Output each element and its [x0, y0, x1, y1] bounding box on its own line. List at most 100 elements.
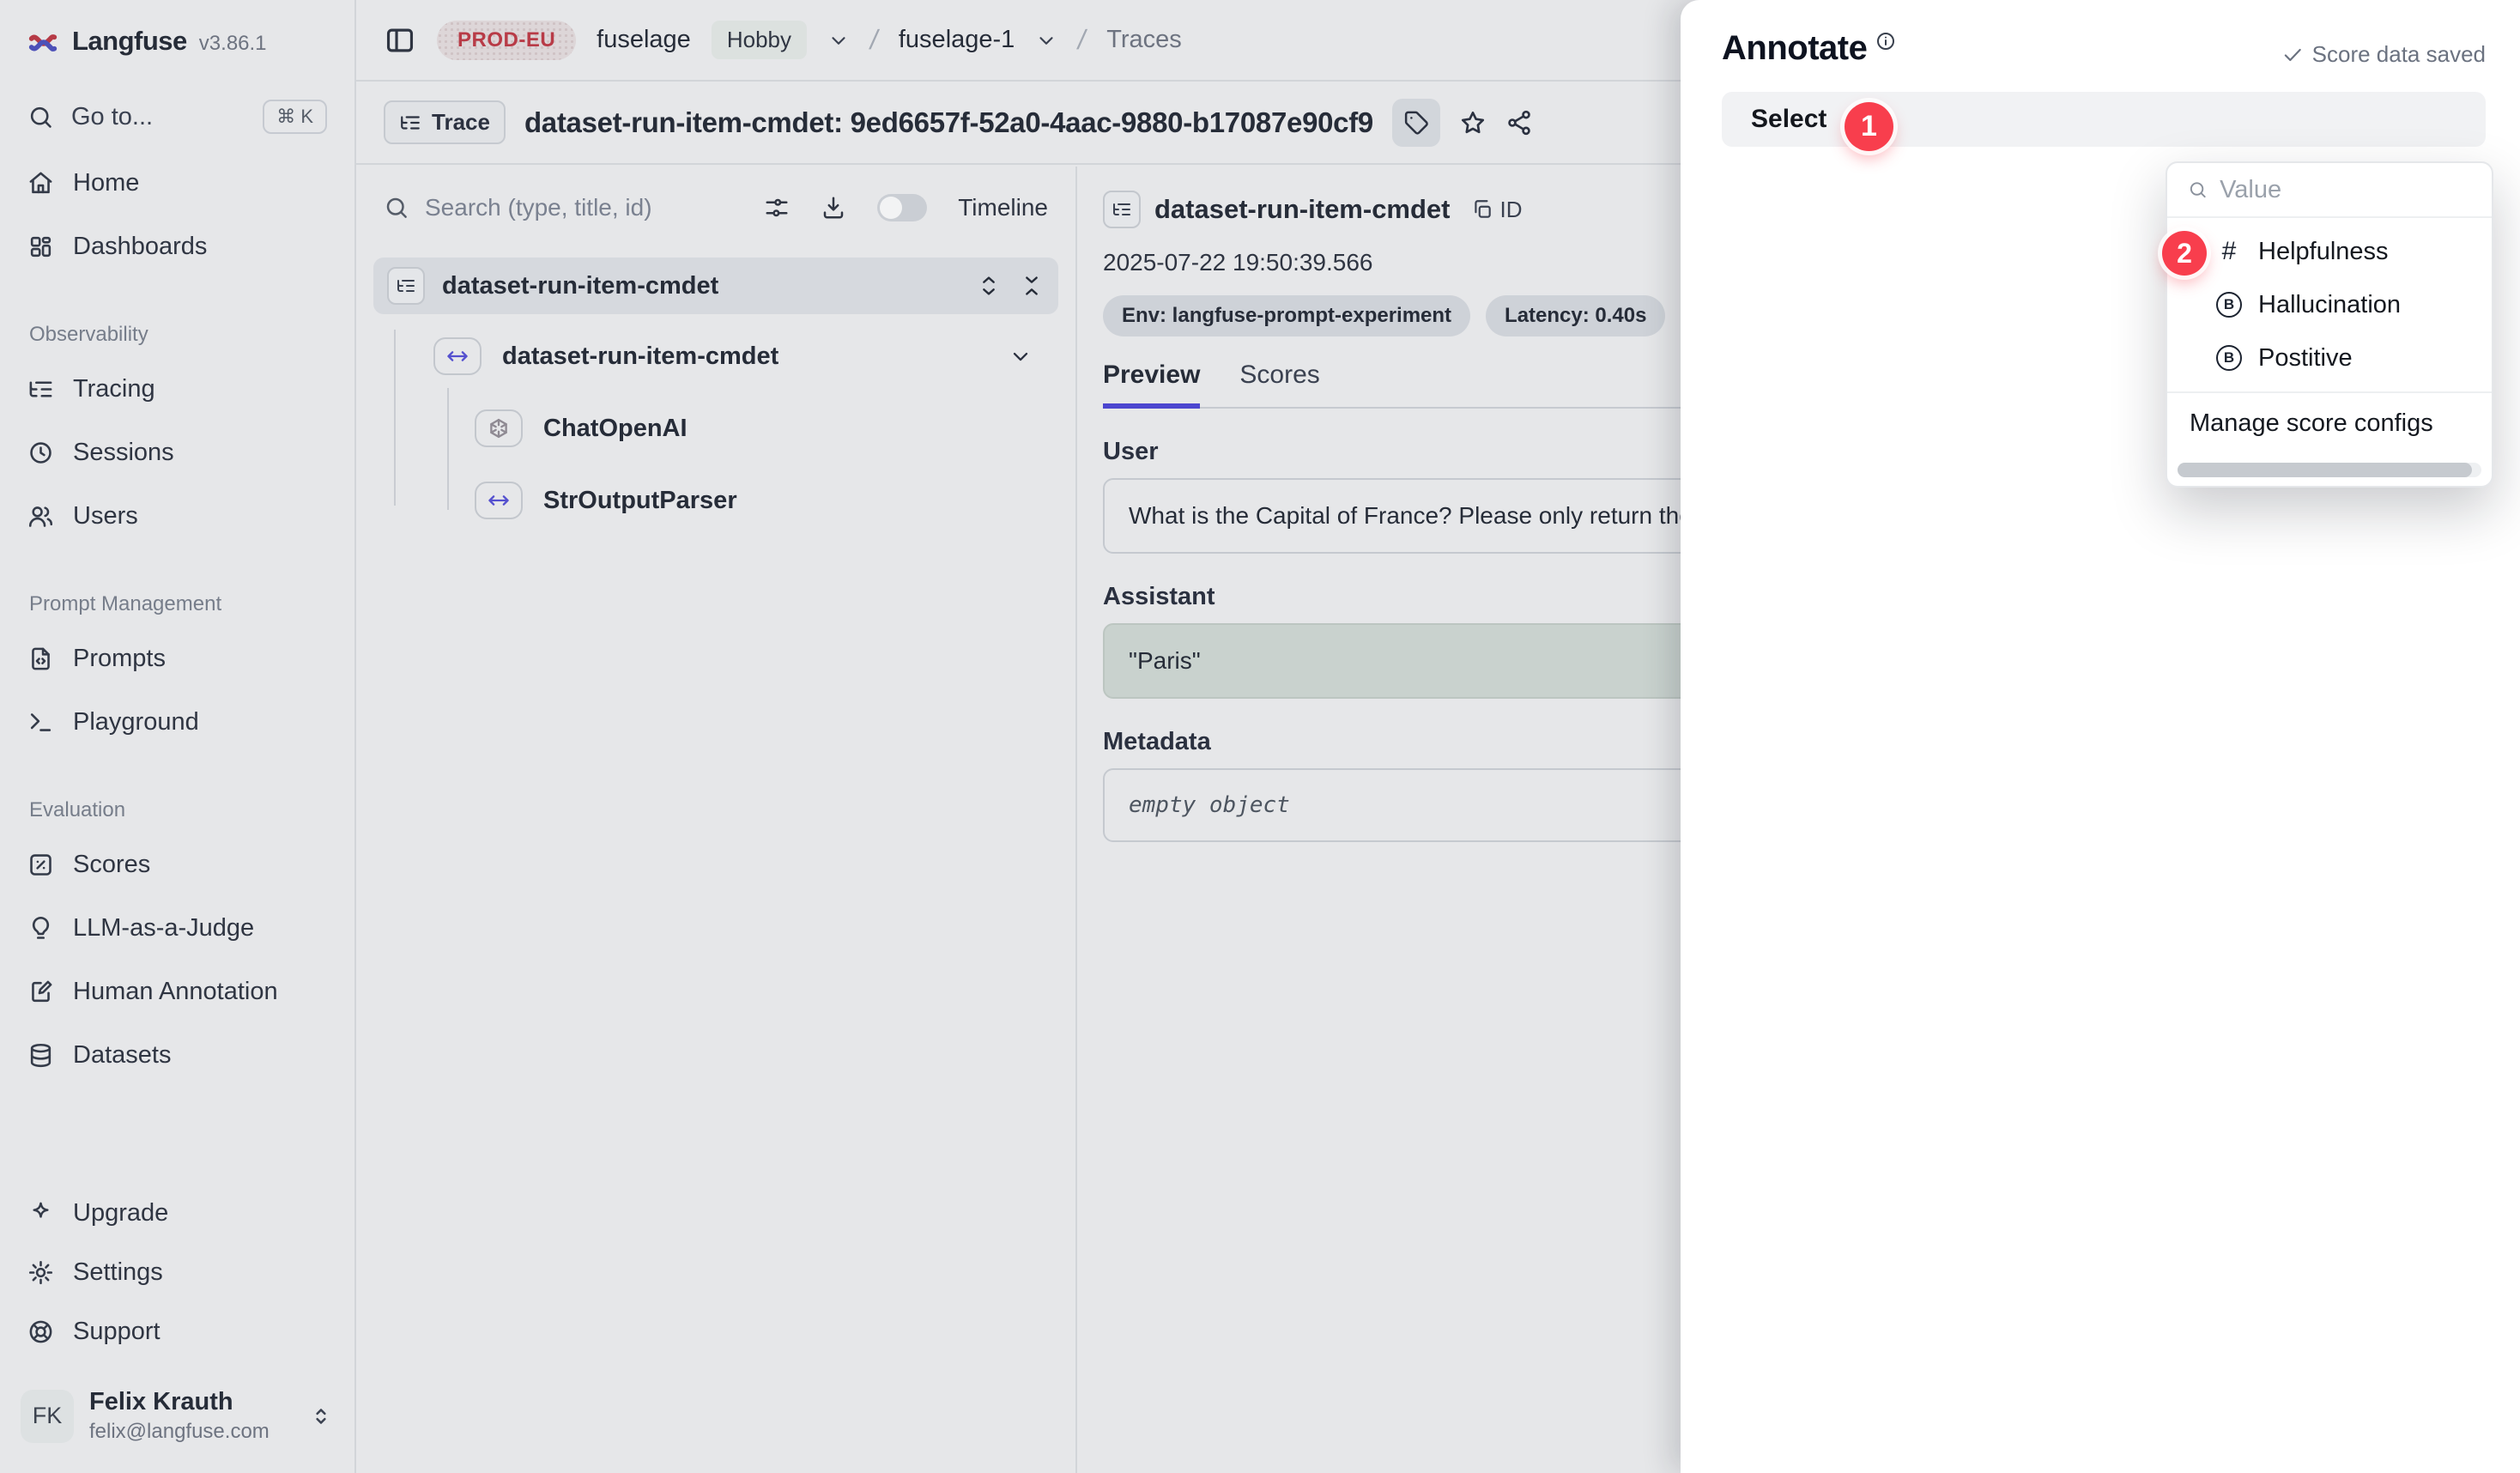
dashboards-icon — [27, 233, 54, 260]
copy-icon — [1471, 198, 1493, 221]
sidebar-item-datasets[interactable]: Datasets — [14, 1027, 341, 1082]
tree-row-label: dataset-run-item-cmdet — [442, 272, 718, 300]
sidebar-item-llm-as-a-judge[interactable]: LLM-as-a-Judge — [14, 900, 341, 955]
search-icon — [27, 104, 54, 130]
sidebar-item-label: Tracing — [73, 375, 155, 403]
star-icon[interactable] — [1459, 109, 1487, 136]
chevron-down-icon[interactable] — [1009, 344, 1033, 368]
openai-icon — [487, 416, 511, 440]
breadcrumb-divider: / — [868, 24, 881, 56]
score-config-dropdown: # Helpfulness B Hallucination B Postitiv… — [2166, 161, 2493, 488]
tree-row-label: StrOutputParser — [543, 487, 737, 515]
user-menu[interactable]: FK Felix Krauth felix@langfuse.com — [21, 1388, 334, 1444]
tutorial-step-2-marker: 2 — [2162, 231, 2207, 276]
tree-indent-guide — [447, 388, 449, 510]
filter-sliders-icon[interactable] — [764, 195, 790, 221]
tab-scores[interactable]: Scores — [1239, 361, 1319, 407]
tag-button[interactable] — [1392, 99, 1440, 147]
trace-type-badge: Trace — [384, 100, 506, 144]
sidebar-item-dashboards[interactable]: Dashboards — [14, 219, 341, 274]
collapse-all-icon[interactable] — [1019, 273, 1045, 299]
percent-square-icon — [27, 852, 54, 878]
annotate-title: Annotate — [1722, 29, 1867, 68]
latency-pill: Latency: 0.40s — [1486, 295, 1665, 336]
sidebar-item-scores[interactable]: Scores — [14, 837, 341, 892]
tab-preview[interactable]: Preview — [1103, 361, 1200, 409]
share-icon[interactable] — [1505, 109, 1533, 136]
brand-row: Langfuse v3.86.1 — [0, 0, 354, 67]
chevron-down-icon[interactable] — [1035, 29, 1057, 52]
app-version: v3.86.1 — [199, 32, 267, 56]
dropdown-option-label: Helpfulness — [2258, 238, 2389, 266]
database-icon — [27, 1042, 54, 1069]
sidebar-item-settings[interactable]: Settings — [14, 1245, 341, 1300]
dropdown-scrollbar[interactable] — [2178, 463, 2481, 477]
span-type-badge — [433, 337, 482, 375]
sidebar-item-label: Datasets — [73, 1041, 171, 1070]
breadcrumb-org[interactable]: fuselage — [597, 26, 691, 54]
sidebar-item-users[interactable]: Users — [14, 488, 341, 543]
env-badge: PROD-EU — [437, 21, 576, 60]
env-pill: Env: langfuse-prompt-experiment — [1103, 295, 1470, 336]
avatar: FK — [21, 1390, 74, 1443]
tree-row-label: ChatOpenAI — [543, 415, 688, 443]
manage-score-configs[interactable]: Manage score configs — [2167, 398, 2492, 448]
sidebar-section-prompt-management: Prompt Management — [29, 592, 325, 616]
sidebar-item-upgrade[interactable]: Upgrade — [14, 1185, 341, 1240]
dropdown-search-input[interactable] — [2220, 176, 2471, 204]
expand-all-icon[interactable] — [976, 273, 1002, 299]
dropdown-option-helpfulness[interactable]: # Helpfulness — [2167, 225, 2492, 278]
clipboard-pen-icon — [27, 979, 54, 1005]
list-tree-icon — [399, 112, 421, 134]
save-status: Score data saved — [2281, 41, 2486, 68]
id-label: ID — [1500, 197, 1523, 223]
timeline-toggle[interactable] — [877, 194, 927, 221]
dropdown-option-hallucination[interactable]: B Hallucination — [2167, 278, 2492, 331]
copy-id-button[interactable]: ID — [1471, 197, 1523, 223]
download-icon[interactable] — [821, 195, 846, 221]
detail-title: dataset-run-item-cmdet — [1154, 194, 1451, 225]
breadcrumb-project[interactable]: fuselage-1 — [899, 26, 1015, 54]
sidebar-item-playground[interactable]: Playground — [14, 694, 341, 749]
list-tree-icon — [27, 376, 54, 403]
chevron-down-icon[interactable] — [827, 29, 850, 52]
goto-search[interactable]: Go to... ⌘ K — [14, 91, 341, 142]
observation-type-badge — [387, 267, 425, 305]
score-select-trigger[interactable]: Select — [1722, 92, 2486, 147]
sidebar-item-label: Home — [73, 169, 139, 197]
sidebar-item-prompts[interactable]: Prompts — [14, 631, 341, 686]
goto-label: Go to... — [71, 103, 153, 131]
scrollbar-thumb[interactable] — [2178, 463, 2472, 477]
sidebar-item-sessions[interactable]: Sessions — [14, 425, 341, 480]
tree-row-span[interactable]: dataset-run-item-cmdet — [433, 331, 1058, 381]
sidebar-item-label: Support — [73, 1318, 161, 1346]
sidebar-item-label: Dashboards — [73, 233, 207, 261]
sidebar-item-label: Settings — [73, 1258, 163, 1287]
dropdown-option-postitive[interactable]: B Postitive — [2167, 331, 2492, 385]
observation-tree-panel: Timeline dataset-run-item-cmdet — [356, 167, 1077, 1473]
boolean-icon: B — [2215, 345, 2243, 371]
sidebar-item-label: Users — [73, 502, 138, 530]
tree-row-parser[interactable]: StrOutputParser — [475, 476, 1058, 525]
sidebar-item-home[interactable]: Home — [14, 155, 341, 210]
check-icon — [2281, 44, 2304, 66]
tree-row-generation[interactable]: ChatOpenAI — [475, 403, 1058, 453]
langfuse-logo-icon — [26, 26, 60, 60]
numeric-icon: # — [2215, 237, 2243, 266]
sidebar-item-label: Sessions — [73, 439, 174, 467]
tree-search-input[interactable] — [425, 194, 708, 221]
sidebar-item-tracing[interactable]: Tracing — [14, 361, 341, 416]
sidebar-item-human-annotation[interactable]: Human Annotation — [14, 964, 341, 1019]
tree-row-root[interactable]: dataset-run-item-cmdet — [373, 258, 1058, 314]
breadcrumb-page: Traces — [1106, 26, 1182, 54]
panel-left-icon[interactable] — [384, 24, 416, 57]
list-tree-icon — [1112, 199, 1132, 220]
sidebar-section-observability: Observability — [29, 323, 325, 347]
users-icon — [27, 503, 54, 530]
terminal-icon — [27, 709, 54, 736]
sidebar-item-support[interactable]: Support — [14, 1304, 341, 1359]
info-icon[interactable] — [1875, 31, 1896, 52]
lightbulb-icon — [27, 915, 54, 942]
user-name: Felix Krauth — [89, 1388, 270, 1416]
trace-type-label: Trace — [432, 109, 490, 136]
